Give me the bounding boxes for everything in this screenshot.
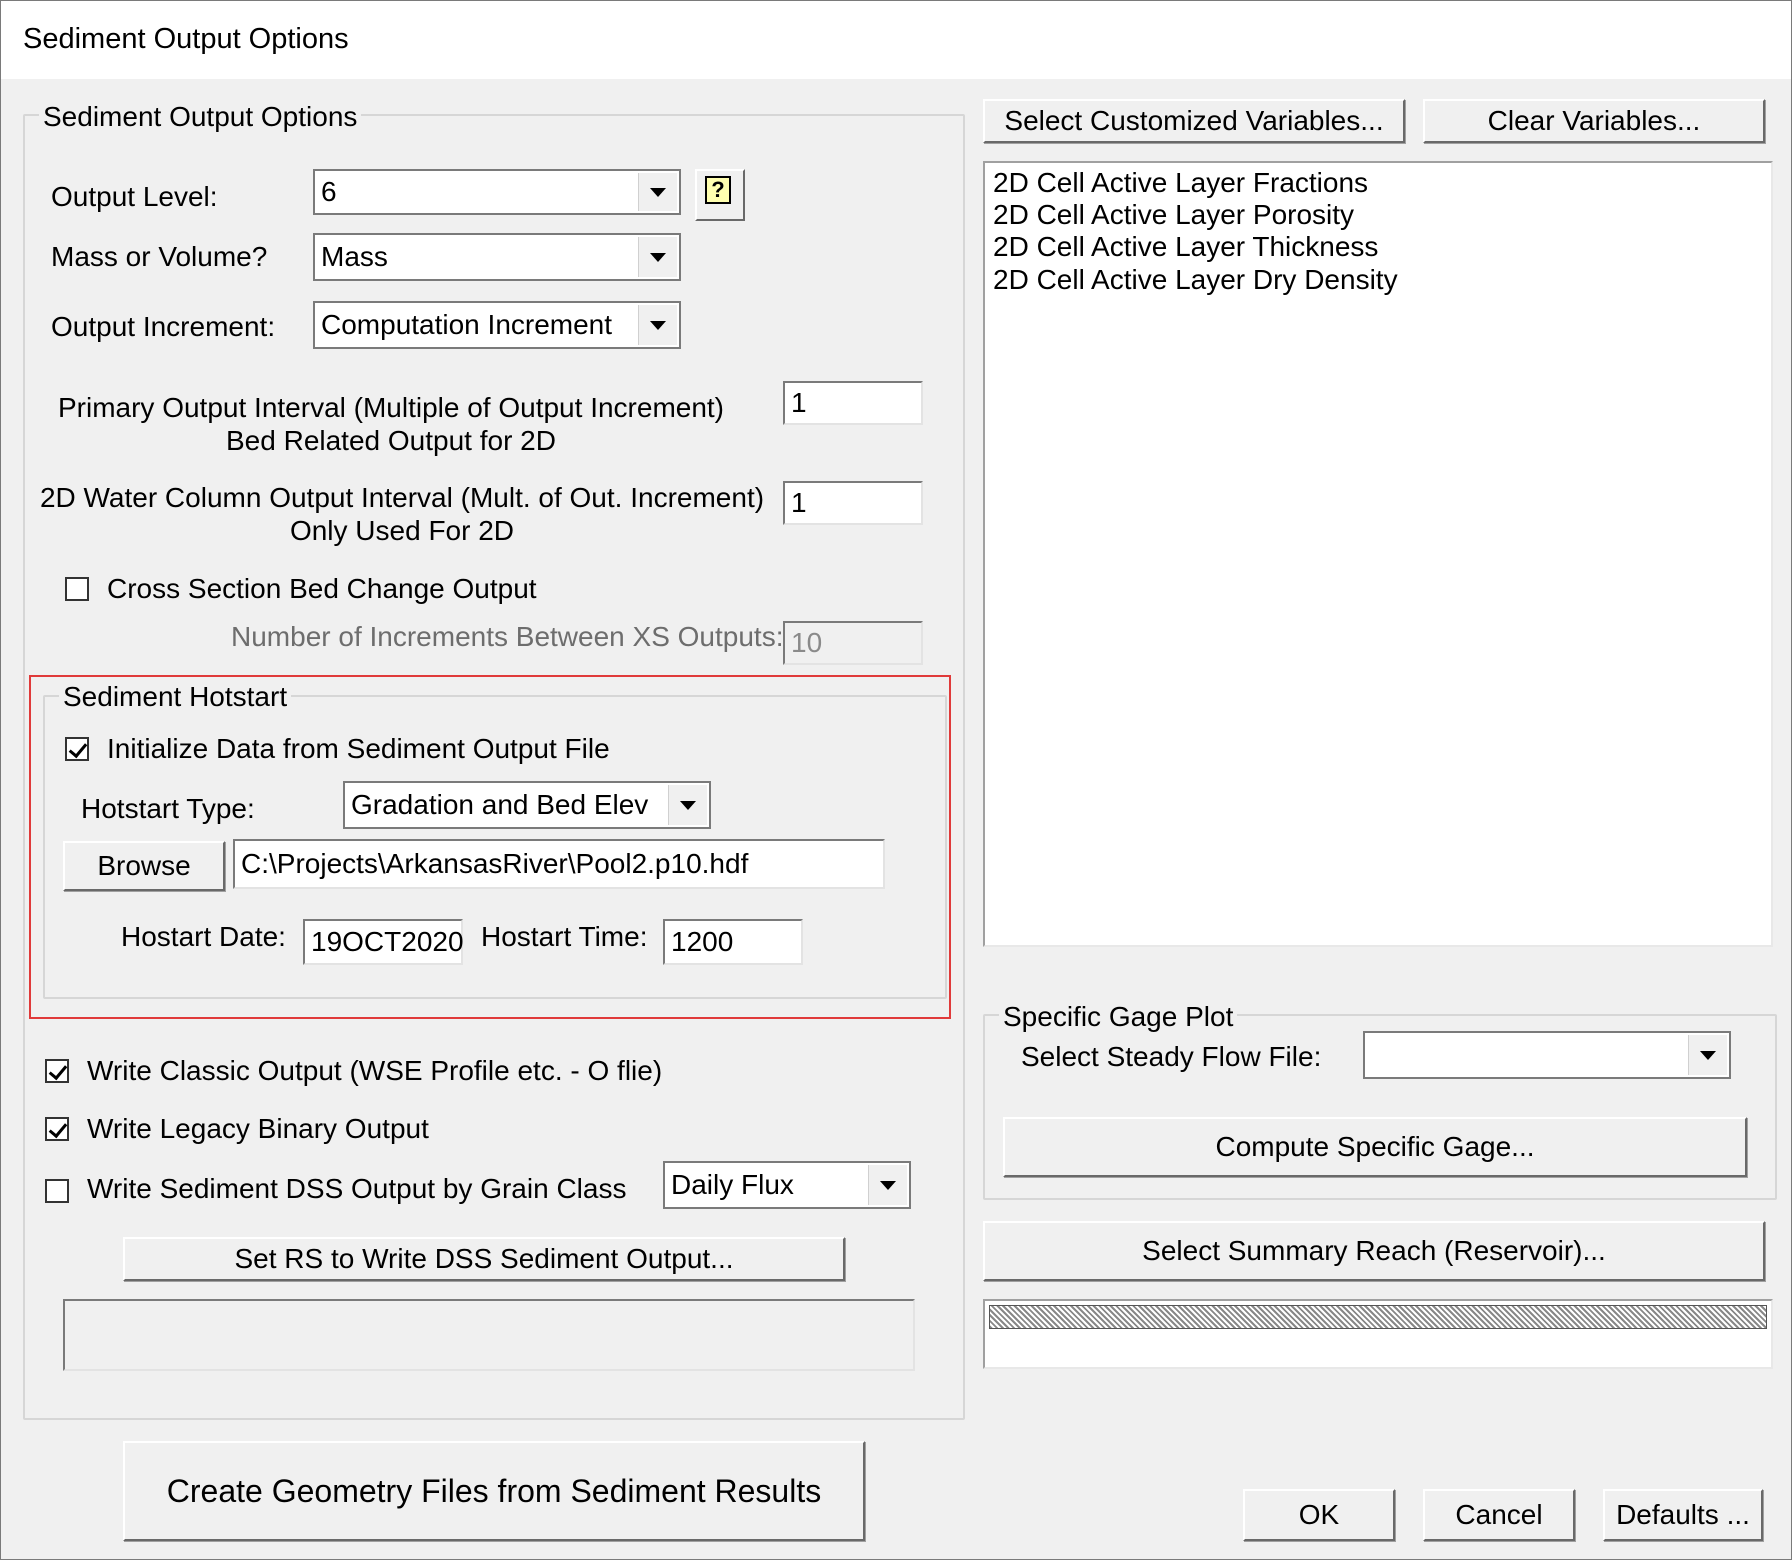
- initialize-from-output-label: Initialize Data from Sediment Output Fil…: [107, 733, 610, 764]
- primary-interval-label: Primary Output Interval (Multiple of Out…: [41, 391, 741, 457]
- window-title: Sediment Output Options: [23, 23, 349, 55]
- chevron-down-icon[interactable]: [638, 173, 677, 211]
- list-item[interactable]: 2D Cell Active Layer Fractions: [993, 167, 1368, 199]
- water-column-input[interactable]: 1: [783, 481, 923, 525]
- hotstart-type-value: Gradation and Bed Elev: [351, 789, 649, 820]
- output-increment-value: Computation Increment: [321, 309, 613, 340]
- increments-between-label: Number of Increments Between XS Outputs:: [231, 621, 784, 652]
- water-column-label-line2: Only Used For 2D: [289, 515, 515, 546]
- write-legacy-binary-label: Write Legacy Binary Output: [87, 1113, 429, 1144]
- hotstart-type-select[interactable]: Gradation and Bed Elev: [343, 781, 711, 829]
- write-legacy-binary-checkbox[interactable]: [45, 1117, 69, 1141]
- primary-interval-label-line1: Primary Output Interval (Multiple of Out…: [57, 392, 725, 423]
- hotstart-file-path-input[interactable]: C:\Projects\ArkansasRiver\Pool2.p10.hdf: [233, 839, 885, 889]
- chevron-down-icon[interactable]: [638, 305, 677, 345]
- title-bar[interactable]: Sediment Output Options: [1, 1, 1791, 79]
- defaults-button[interactable]: Defaults ...: [1603, 1489, 1763, 1541]
- output-increment-select[interactable]: Computation Increment: [313, 301, 681, 349]
- write-dss-grain-class-checkbox[interactable]: [45, 1179, 69, 1203]
- help-icon: ?: [705, 176, 731, 204]
- xs-bed-change-checkbox[interactable]: [65, 577, 89, 601]
- xs-bed-change-label: Cross Section Bed Change Output: [107, 573, 537, 604]
- compute-specific-gage-button[interactable]: Compute Specific Gage...: [1003, 1117, 1747, 1177]
- browse-button[interactable]: Browse: [63, 841, 225, 891]
- chevron-down-icon[interactable]: [868, 1165, 907, 1205]
- ok-button[interactable]: OK: [1243, 1489, 1395, 1541]
- increments-between-value: 10: [791, 627, 823, 658]
- water-column-label-line1: 2D Water Column Output Interval (Mult. o…: [39, 482, 765, 513]
- summary-reach-selection-bar: [989, 1305, 1767, 1329]
- mass-volume-value: Mass: [321, 241, 388, 272]
- set-rs-dss-output-button[interactable]: Set RS to Write DSS Sediment Output...: [123, 1237, 845, 1281]
- output-level-value: 6: [321, 176, 337, 207]
- hotstart-time-value: 1200: [671, 926, 734, 957]
- initialize-from-output-checkbox[interactable]: [65, 737, 89, 761]
- write-classic-output-checkbox[interactable]: [45, 1059, 69, 1083]
- increments-between-input[interactable]: 10: [783, 621, 923, 665]
- write-dss-grain-class-label: Write Sediment DSS Output by Grain Class: [87, 1173, 627, 1204]
- sediment-hotstart-caption: Sediment Hotstart: [59, 681, 292, 713]
- specific-gage-plot-caption: Specific Gage Plot: [999, 1001, 1238, 1033]
- mass-volume-label: Mass or Volume?: [51, 241, 268, 272]
- chevron-down-icon[interactable]: [638, 237, 677, 277]
- select-customized-variables-button[interactable]: Select Customized Variables...: [983, 99, 1405, 143]
- hotstart-date-value: 19OCT2020: [311, 926, 464, 957]
- dss-grain-class-select[interactable]: Daily Flux: [663, 1161, 911, 1209]
- hotstart-time-label: Hostart Time:: [481, 921, 648, 952]
- create-geometry-files-button[interactable]: Create Geometry Files from Sediment Resu…: [123, 1441, 865, 1541]
- primary-interval-input[interactable]: 1: [783, 381, 923, 425]
- steady-flow-file-label: Select Steady Flow File:: [1021, 1041, 1322, 1072]
- chevron-down-icon[interactable]: [668, 785, 707, 825]
- mass-volume-select[interactable]: Mass: [313, 233, 681, 281]
- hotstart-file-path-value: C:\Projects\ArkansasRiver\Pool2.p10.hdf: [241, 848, 749, 879]
- set-rs-display-box: [63, 1299, 915, 1371]
- primary-interval-label-line2: Bed Related Output for 2D: [226, 425, 556, 456]
- write-classic-output-label: Write Classic Output (WSE Profile etc. -…: [87, 1055, 663, 1086]
- hotstart-time-input[interactable]: 1200: [663, 919, 803, 965]
- water-column-value: 1: [791, 487, 807, 518]
- list-item[interactable]: 2D Cell Active Layer Thickness: [993, 231, 1378, 263]
- select-summary-reach-button[interactable]: Select Summary Reach (Reservoir)...: [983, 1221, 1765, 1281]
- hotstart-type-label: Hotstart Type:: [81, 793, 255, 824]
- hotstart-date-label: Hostart Date:: [121, 921, 286, 952]
- output-increment-label: Output Increment:: [51, 311, 276, 342]
- list-item[interactable]: 2D Cell Active Layer Porosity: [993, 199, 1354, 231]
- summary-reach-display: [983, 1299, 1773, 1369]
- sediment-output-options-dialog: Sediment Output Options Sediment Output …: [0, 0, 1792, 1560]
- variables-list[interactable]: 2D Cell Active Layer Fractions 2D Cell A…: [983, 161, 1773, 947]
- output-level-select[interactable]: 6: [313, 169, 681, 215]
- list-item[interactable]: 2D Cell Active Layer Dry Density: [993, 264, 1398, 296]
- sediment-output-options-caption: Sediment Output Options: [39, 101, 362, 133]
- help-button[interactable]: ?: [695, 169, 745, 221]
- cancel-button[interactable]: Cancel: [1423, 1489, 1575, 1541]
- dss-grain-class-value: Daily Flux: [671, 1169, 794, 1200]
- primary-interval-value: 1: [791, 387, 807, 418]
- water-column-label: 2D Water Column Output Interval (Mult. o…: [37, 481, 767, 547]
- steady-flow-file-select[interactable]: [1363, 1031, 1731, 1079]
- chevron-down-icon[interactable]: [1688, 1035, 1727, 1075]
- output-level-label: Output Level:: [51, 181, 218, 212]
- clear-variables-button[interactable]: Clear Variables...: [1423, 99, 1765, 143]
- hotstart-date-input[interactable]: 19OCT2020: [303, 919, 464, 965]
